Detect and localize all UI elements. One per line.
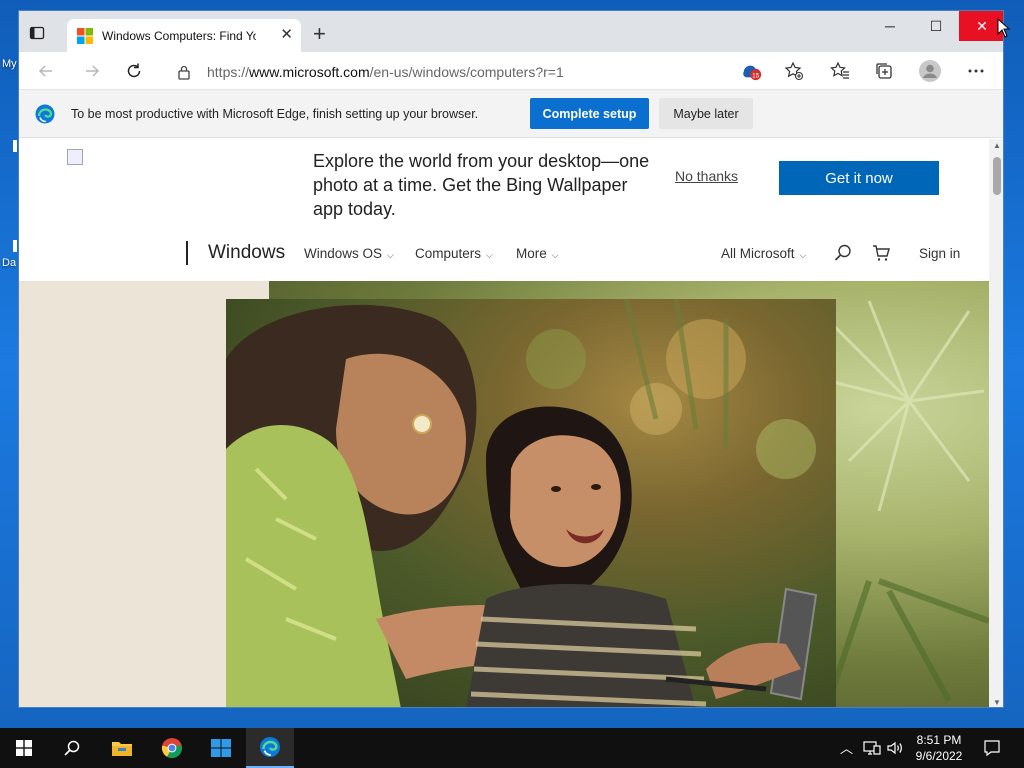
chevron-down-icon: ⌵ (799, 250, 807, 260)
clock-time: 8:51 PM (916, 733, 962, 747)
nav-computers[interactable]: Computers ⌵ (415, 246, 493, 261)
broken-image-icon (67, 149, 83, 165)
collections-icon (876, 63, 892, 79)
taskbar-search-button[interactable] (48, 728, 96, 768)
address-bar[interactable]: https://www.microsoft.com/en-us/windows/… (163, 56, 803, 86)
tab-strip: Windows Computers: Find Your N ✕ + ─ ☐ ✕ (19, 11, 1003, 52)
windows-start-icon (16, 740, 32, 756)
edge-icon (260, 737, 280, 757)
microsoft-logo-icon (77, 27, 93, 44)
forward-button[interactable] (81, 60, 103, 82)
more-dots-icon (968, 69, 984, 73)
sign-in-link[interactable]: Sign in (919, 246, 960, 261)
no-thanks-link[interactable]: No thanks (675, 168, 738, 184)
nav-divider (186, 241, 188, 265)
lock-icon[interactable] (177, 64, 191, 85)
microsoft-site-nav: Windows Windows OS ⌵ Computers ⌵ More ⌵ All… (19, 223, 989, 281)
tab-actions-icon (29, 26, 45, 40)
windows-taskbar: ︿ 8:51 PM 9/6/2022 (0, 728, 1024, 768)
back-arrow-icon (38, 65, 52, 77)
clock-date: 9/6/2022 (915, 749, 963, 763)
taskbar-file-explorer[interactable] (98, 728, 146, 768)
tray-chevron-up-icon[interactable]: ︿ (840, 738, 853, 757)
desktop-icon-fragment[interactable] (13, 140, 17, 152)
search-icon[interactable] (833, 243, 853, 263)
desktop-icon-label[interactable]: Da (2, 257, 16, 269)
folder-icon (112, 742, 132, 756)
chevron-down-icon: ⌵ (387, 250, 394, 260)
profile-button[interactable] (919, 60, 941, 82)
start-button[interactable] (0, 728, 48, 768)
avatar-icon (919, 60, 941, 82)
mouse-cursor-icon (997, 18, 1011, 38)
edge-logo-icon (35, 104, 55, 124)
tab-close-icon[interactable]: ✕ (280, 27, 293, 43)
desktop-icon-fragment[interactable] (13, 240, 17, 252)
edge-browser-window: Windows Computers: Find Your N ✕ + ─ ☐ ✕… (18, 10, 1004, 708)
nav-windows-os[interactable]: Windows OS ⌵ (304, 246, 394, 261)
infobar-message: To be most productive with Microsoft Edg… (71, 107, 479, 121)
bing-wallpaper-promo: Explore the world from your desktop—one … (19, 139, 989, 223)
chrome-icon (161, 738, 182, 759)
vertical-scrollbar[interactable]: ▲ ▼ (989, 139, 1003, 707)
forward-arrow-icon (86, 65, 100, 77)
add-favorite-button[interactable] (783, 60, 805, 82)
windows-brand-link[interactable]: Windows (208, 242, 285, 264)
minimize-button[interactable]: ─ (867, 11, 913, 41)
chevron-down-icon: ⌵ (551, 250, 559, 260)
hero-image (19, 281, 989, 707)
back-button[interactable] (35, 60, 57, 82)
promo-text: Explore the world from your desktop—one … (313, 151, 650, 219)
collections-button[interactable] (873, 60, 895, 82)
get-it-now-button[interactable]: Get it now (779, 161, 939, 195)
extension-button[interactable]: 15 (741, 60, 763, 82)
star-add-icon (784, 61, 804, 81)
tab-title: Windows Computers: Find Your N (102, 28, 256, 43)
favorites-button[interactable] (829, 60, 851, 82)
taskbar-chrome[interactable] (148, 728, 196, 768)
maximize-button[interactable]: ☐ (913, 11, 959, 41)
taskbar-edge[interactable] (246, 728, 294, 768)
browser-toolbar: https://www.microsoft.com/en-us/windows/… (19, 52, 1003, 90)
network-icon[interactable] (863, 740, 881, 756)
tab-active[interactable]: Windows Computers: Find Your N ✕ (67, 19, 301, 52)
page-viewport: Explore the world from your desktop—one … (19, 139, 989, 707)
nav-all-microsoft[interactable]: All Microsoft ⌵ (721, 246, 806, 261)
settings-more-button[interactable] (965, 60, 987, 82)
scroll-thumb[interactable] (993, 157, 1001, 195)
url-text: https://www.microsoft.com/en-us/windows/… (207, 64, 564, 80)
desktop-icon-label[interactable]: My (2, 58, 17, 70)
search-icon (64, 740, 80, 756)
svg-text:15: 15 (752, 72, 760, 79)
windows-store-icon (211, 739, 231, 757)
favorites-icon (830, 61, 849, 79)
chevron-down-icon: ⌵ (486, 250, 493, 260)
nav-more[interactable]: More ⌵ (516, 246, 559, 261)
tab-actions-button[interactable] (29, 25, 55, 47)
extension-badge-icon: 15 (743, 65, 762, 81)
complete-setup-button[interactable]: Complete setup (530, 98, 649, 129)
refresh-button[interactable] (123, 60, 145, 82)
scroll-up-icon[interactable]: ▲ (992, 141, 1002, 150)
hero-photo-mother-daughter (226, 299, 836, 707)
cart-icon[interactable] (871, 243, 891, 263)
scroll-down-icon[interactable]: ▼ (992, 698, 1002, 707)
refresh-icon (127, 63, 141, 78)
notification-center-icon[interactable] (983, 739, 1001, 757)
new-tab-button[interactable]: + (313, 23, 326, 45)
setup-infobar: To be most productive with Microsoft Edg… (19, 90, 1003, 138)
taskbar-windows-app[interactable] (197, 728, 245, 768)
volume-icon[interactable] (886, 740, 904, 756)
taskbar-clock[interactable]: 8:51 PM 9/6/2022 (906, 732, 972, 764)
maybe-later-button[interactable]: Maybe later (659, 98, 753, 129)
